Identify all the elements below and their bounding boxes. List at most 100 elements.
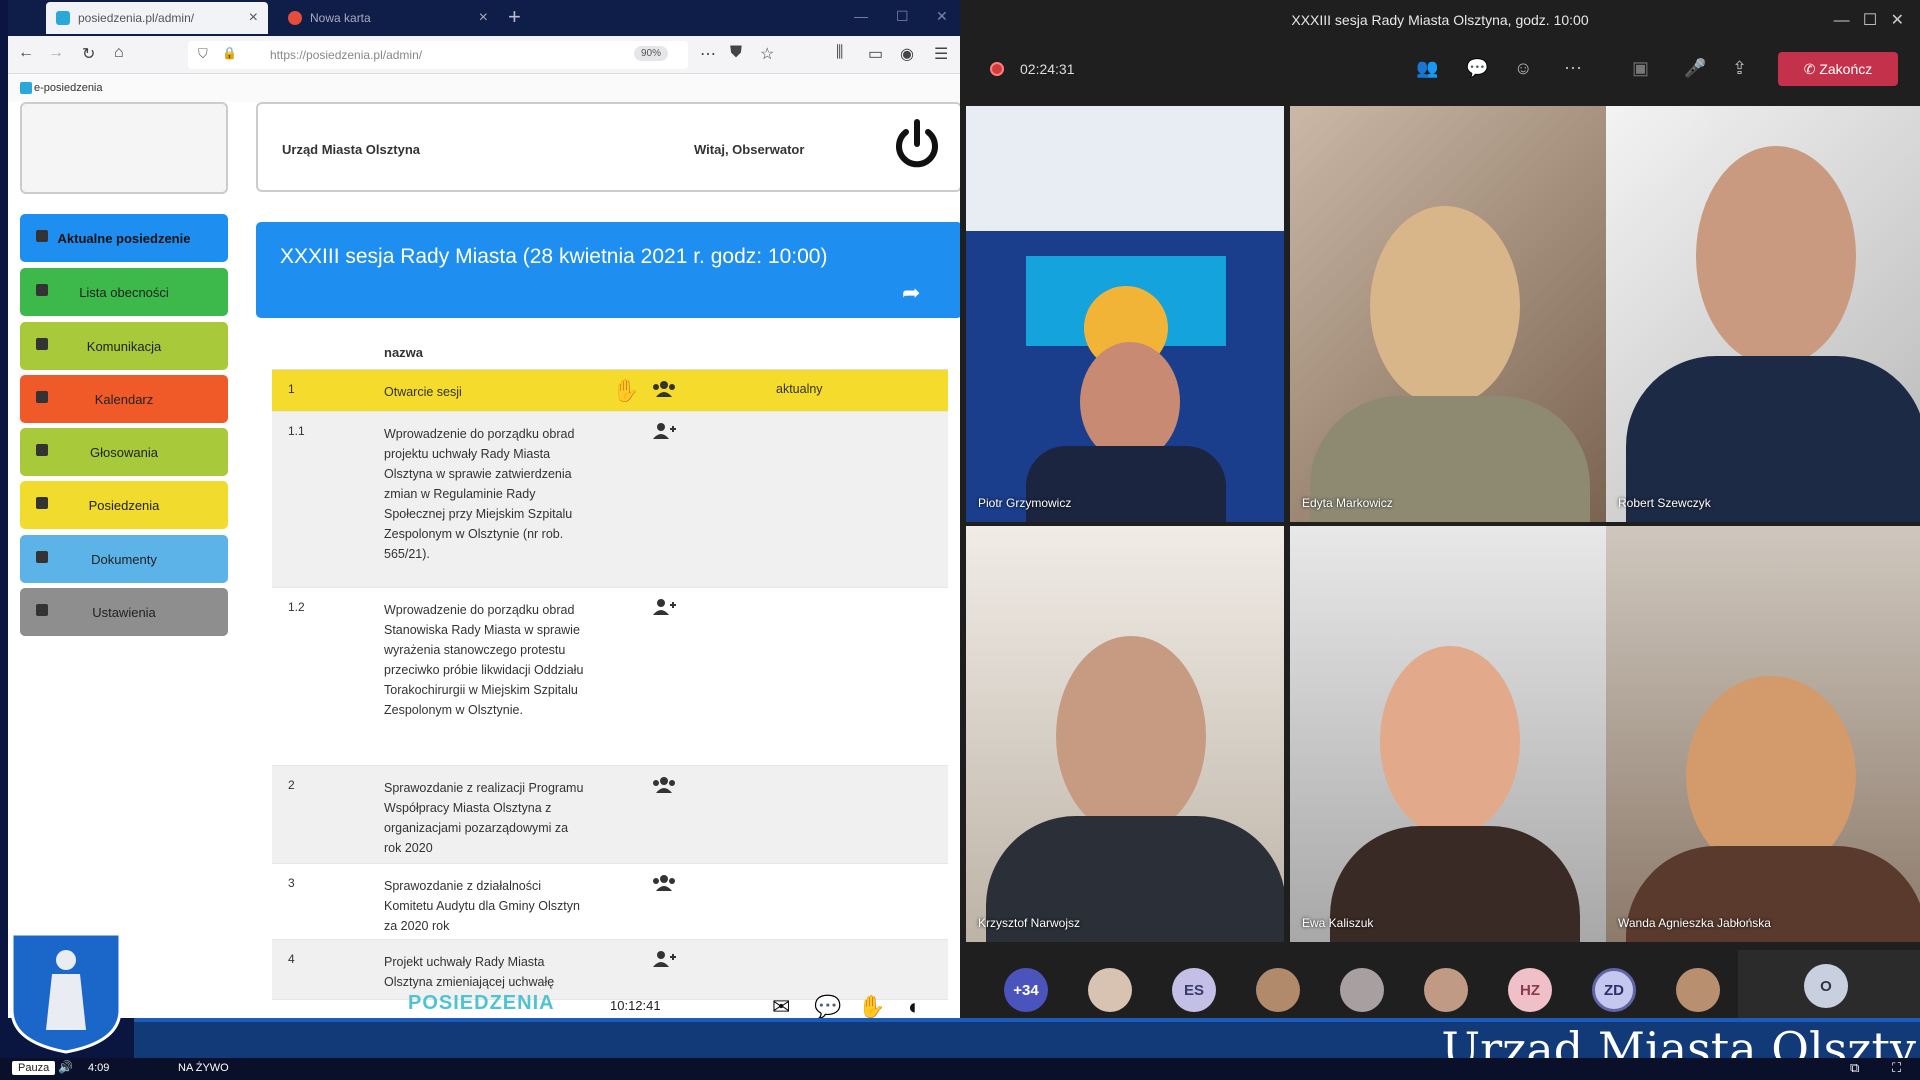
menu-item-2[interactable]: Lista obecności: [20, 268, 228, 316]
table-row[interactable]: 4 Projekt uchwały Rady Miasta Olsztyna z…: [272, 940, 948, 1000]
clock: 10:12:41: [610, 998, 661, 1013]
back-icon[interactable]: ←: [18, 44, 34, 62]
video-tile[interactable]: Robert Szewczyk: [1606, 106, 1920, 522]
menu-item-4[interactable]: Kalendarz: [20, 375, 228, 423]
table-row[interactable]: 2 Sprawozdanie z realizacji Programu Wsp…: [272, 766, 948, 864]
menu-item-3[interactable]: Komunikacja: [20, 322, 228, 370]
tab-posiedzenia[interactable]: posiedzenia.pl/admin/ ×: [46, 2, 268, 34]
maximize-icon[interactable]: ☐: [896, 8, 909, 25]
avatar-initials: O: [1804, 964, 1848, 1008]
pip-icon[interactable]: ⧉: [1850, 1060, 1859, 1076]
microphone-icon[interactable]: 🎤: [1684, 58, 1706, 79]
menu-item-8[interactable]: Ustawienia: [20, 588, 228, 636]
zoom-level[interactable]: 90%: [634, 46, 669, 61]
video-tile[interactable]: Piotr Grzymowicz: [966, 106, 1284, 522]
reactions-icon[interactable]: ☺: [1514, 58, 1532, 79]
person-face: [1056, 636, 1206, 836]
bookmark-icon: [20, 82, 32, 94]
session-title: XXXIII sesja Rady Miasta (28 kwietnia 20…: [280, 245, 828, 268]
close-tab-icon[interactable]: ×: [249, 9, 258, 27]
menu-item-label: Aktualne posiedzenie: [57, 230, 191, 246]
organization-name: Urząd Miasta Olsztyna: [282, 142, 420, 157]
menu-item-label: Ustawienia: [92, 604, 156, 620]
menu-item-5[interactable]: Głosowania: [20, 428, 228, 476]
raise-hand-icon[interactable]: ✋: [612, 378, 639, 404]
end-call-button[interactable]: ✆ Zakończ: [1778, 52, 1898, 86]
share-icon[interactable]: ➦: [902, 280, 920, 306]
menu-icon[interactable]: ☰: [934, 44, 948, 64]
video-tile[interactable]: Wanda Agnieszka Jabłońska: [1606, 526, 1920, 942]
video-tile[interactable]: Krzysztof Narwojsz: [966, 526, 1284, 942]
minimize-icon[interactable]: —: [854, 8, 868, 24]
welcome-text: Witaj, Obserwator: [694, 142, 805, 157]
row-number: 1.2: [288, 600, 305, 614]
video-tile[interactable]: Ewa Kaliszuk: [1290, 526, 1608, 942]
pocket-icon[interactable]: ⛊: [730, 44, 742, 62]
participant-name: Wanda Agnieszka Jabłońska: [1618, 916, 1771, 930]
avatar-initials[interactable]: ZD: [1592, 968, 1636, 1012]
video-tile[interactable]: Edyta Markowicz: [1290, 106, 1608, 522]
table-row[interactable]: 1.2 Wprowadzenie do porządku obrad Stano…: [272, 588, 948, 766]
mail-icon[interactable]: ✉: [772, 994, 790, 1018]
home-icon[interactable]: ⌂: [114, 44, 124, 62]
reload-icon[interactable]: ↻: [82, 44, 95, 64]
power-icon[interactable]: [890, 118, 944, 172]
agenda-table: nazwa 1 Otwarcie sesji ✋ aktualny 1.1 Wp…: [272, 334, 948, 1000]
sidebar-icon[interactable]: ▭: [868, 44, 883, 64]
more-options-icon[interactable]: ⋯: [1564, 58, 1582, 79]
chat-icon[interactable]: 💬: [1466, 58, 1488, 79]
close-window-icon[interactable]: ✕: [936, 8, 948, 25]
self-view-tile[interactable]: O: [1738, 950, 1920, 1018]
close-tab-icon[interactable]: ×: [479, 9, 488, 27]
pause-button[interactable]: Pauza: [12, 1061, 56, 1075]
avatar[interactable]: [1088, 968, 1132, 1012]
raise-hand-icon[interactable]: ✋: [858, 994, 885, 1018]
more-icon[interactable]: ⋯: [700, 44, 716, 64]
chat-icon[interactable]: 💬: [814, 994, 841, 1018]
contrast-icon[interactable]: ◐: [908, 994, 921, 1018]
avatar[interactable]: [1256, 968, 1300, 1012]
fullscreen-icon[interactable]: ⛶: [1892, 1060, 1901, 1076]
person-face: [1370, 206, 1520, 406]
bookmark-eposiedzenia[interactable]: e-posiedzenia: [34, 82, 103, 94]
table-row[interactable]: 1 Otwarcie sesji ✋ aktualny: [272, 370, 948, 412]
menu-item-6[interactable]: Posiedzenia: [20, 481, 228, 529]
player-bar: Pauza 🔊 4:09 NA ŻYWO ⧉ ⛶: [0, 1058, 1920, 1080]
meeting-window: XXXIII sesja Rady Miasta Olsztyna, godz.…: [960, 0, 1920, 1018]
star-icon[interactable]: ☆: [760, 44, 774, 64]
menu-item-1[interactable]: Aktualne posiedzenie: [20, 214, 228, 262]
row-number: 3: [288, 876, 295, 890]
window-controls[interactable]: — ☐ ✕: [1834, 10, 1904, 30]
participant-name: Krzysztof Narwojsz: [978, 916, 1081, 930]
call-timer: 02:24:31: [1020, 61, 1075, 77]
meeting-title: XXXIII sesja Rady Miasta Olsztyna, godz.…: [1291, 12, 1589, 28]
avatar[interactable]: [1340, 968, 1384, 1012]
row-number: 4: [288, 952, 295, 966]
share-screen-icon[interactable]: ⇪: [1732, 58, 1747, 79]
avatar-initials[interactable]: HZ: [1508, 968, 1552, 1012]
camera-off-icon[interactable]: ▣: [1632, 58, 1649, 79]
avatar-initials[interactable]: ES: [1172, 968, 1216, 1012]
extension-icon[interactable]: ◉: [900, 44, 914, 64]
forward-icon[interactable]: →: [48, 44, 64, 62]
library-icon[interactable]: ⫼: [836, 44, 843, 62]
url-bar[interactable]: ⛉ 🔒 https://posiedzenia.pl/admin/ 90%: [188, 41, 688, 69]
avatar[interactable]: [1676, 968, 1720, 1012]
participant-name: Ewa Kaliszuk: [1302, 916, 1374, 930]
session-banner: XXXIII sesja Rady Miasta (28 kwietnia 20…: [256, 222, 960, 318]
new-tab-button[interactable]: +: [508, 4, 521, 30]
end-call-label: Zakończ: [1819, 61, 1873, 77]
table-row[interactable]: 3 Sprawozdanie z działalności Komitetu A…: [272, 864, 948, 940]
table-row[interactable]: 1.1 Wprowadzenie do porządku obrad proje…: [272, 412, 948, 588]
row-number: 2: [288, 778, 295, 792]
menu-item-icon: [36, 230, 48, 242]
avatar[interactable]: [1424, 968, 1468, 1012]
browser-favicon-icon: [288, 11, 302, 25]
volume-icon[interactable]: 🔊: [58, 1060, 73, 1074]
participant-name: Piotr Grzymowicz: [978, 496, 1072, 510]
menu-item-7[interactable]: Dokumenty: [20, 535, 228, 583]
more-participants-badge[interactable]: +34: [1004, 968, 1048, 1012]
participants-icon[interactable]: 👥: [1416, 58, 1438, 79]
tab-new[interactable]: Nowa karta ×: [278, 2, 498, 34]
broadcast-banner: Urząd Miasta Olszty: [134, 1018, 1920, 1076]
